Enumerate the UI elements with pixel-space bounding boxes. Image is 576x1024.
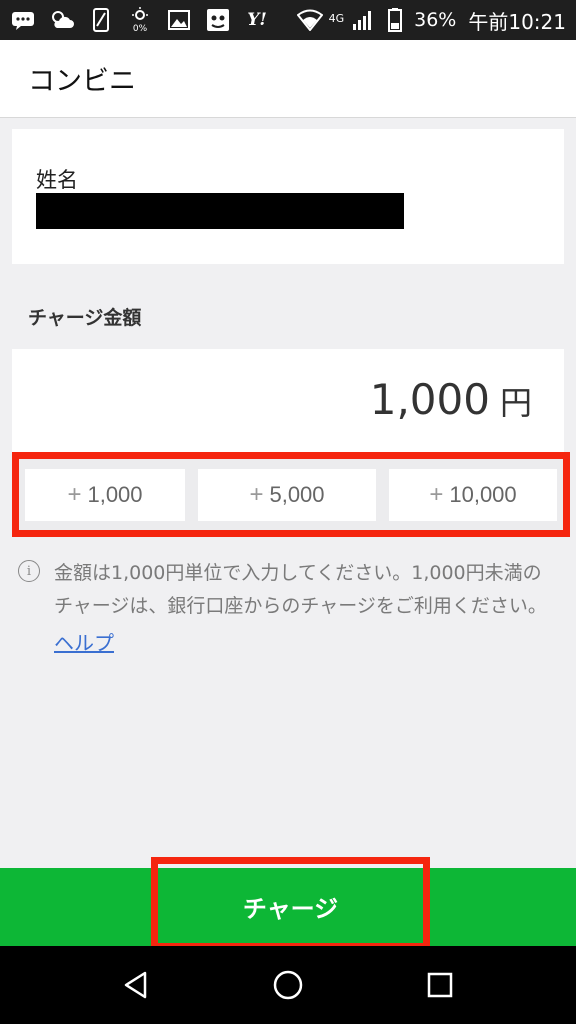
- weather-icon: [49, 8, 75, 32]
- yahoo-icon: Y!: [247, 10, 267, 30]
- plus-icon: +: [67, 480, 82, 508]
- name-card: 姓名: [12, 129, 564, 264]
- charge-amount-label: チャージ金額: [28, 307, 142, 329]
- info-note: i 金額は1,000円単位で入力してください。1,000円未満のチャージは、銀行…: [18, 557, 558, 656]
- page-title: コンビニ: [28, 66, 136, 97]
- home-icon[interactable]: [268, 965, 308, 1005]
- amount-unit: 円: [499, 384, 532, 422]
- face-icon: [205, 8, 231, 32]
- battery-icon: [382, 8, 408, 32]
- status-notifications: 0% Y!: [10, 7, 270, 33]
- amount-display: 1,000 円: [370, 375, 532, 424]
- charge-button[interactable]: チャージ: [158, 868, 423, 944]
- quick-add-buttons: + 1,000 + 5,000 + 10,000: [12, 452, 570, 537]
- back-icon[interactable]: [116, 965, 156, 1005]
- name-value-redacted: [36, 193, 404, 229]
- status-bar: 0% Y! 4G 36% 午前10:21: [0, 0, 576, 40]
- phone-icon: [88, 8, 114, 32]
- status-system: 4G 36% 午前10:21: [296, 6, 566, 35]
- info-text: 金額は1,000円単位で入力してください。1,000円未満のチャージは、銀行口座…: [54, 562, 547, 617]
- battery-percent: 36%: [414, 9, 457, 31]
- plus-icon: +: [429, 480, 444, 508]
- signal-icon: [350, 8, 376, 32]
- add-10000-button[interactable]: + 10,000: [389, 468, 557, 521]
- image-icon: [166, 8, 192, 32]
- name-label: 姓名: [36, 168, 78, 192]
- amount-value: 1,000: [369, 375, 490, 424]
- message-icon: [10, 8, 36, 32]
- add-1000-button[interactable]: + 1,000: [25, 468, 185, 521]
- add-5000-button[interactable]: + 5,000: [198, 468, 376, 521]
- system-nav-bar: [0, 946, 576, 1024]
- wifi-icon: [296, 8, 323, 32]
- svg-text:0%: 0%: [133, 24, 148, 33]
- amount-input[interactable]: 1,000 円: [12, 349, 564, 453]
- brightness-icon: 0%: [127, 7, 153, 33]
- recents-icon[interactable]: [420, 965, 460, 1005]
- add-amount-label: 10,000: [449, 481, 517, 507]
- clock: 午前10:21: [468, 9, 566, 34]
- help-link[interactable]: ヘルプ: [54, 627, 114, 656]
- add-amount-label: 5,000: [269, 481, 325, 507]
- plus-icon: +: [249, 480, 264, 508]
- network-type: 4G: [328, 11, 345, 25]
- info-icon: i: [18, 560, 40, 582]
- add-amount-label: 1,000: [87, 481, 143, 507]
- app-bar: コンビニ: [0, 40, 576, 118]
